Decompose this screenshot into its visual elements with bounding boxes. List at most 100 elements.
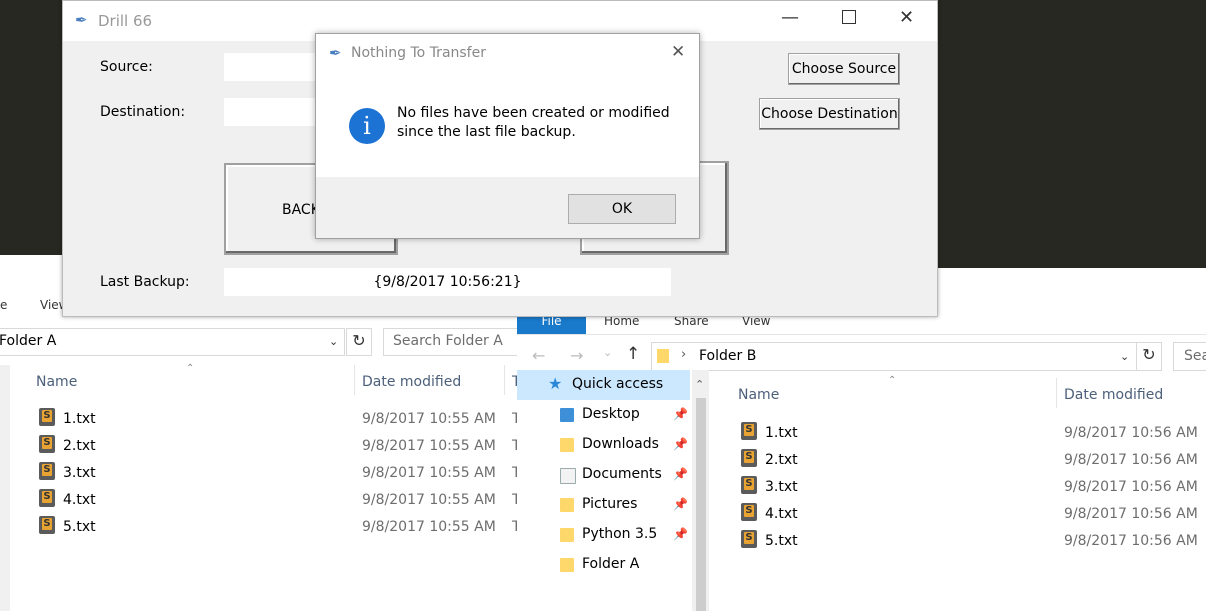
address-text: Folder B xyxy=(699,348,757,364)
table-row[interactable]: 3.txt 9/8/2017 10:55 AM T xyxy=(0,459,521,486)
search-box[interactable]: Sea xyxy=(1173,342,1206,371)
column-divider[interactable] xyxy=(1056,378,1057,408)
nav-item-desktop[interactable]: Desktop 📌 xyxy=(517,400,707,430)
file-list: 1.txt 9/8/2017 10:56 AM 2.txt 9/8/2017 1… xyxy=(717,419,1206,559)
table-row[interactable]: 4.txt 9/8/2017 10:56 AM xyxy=(717,500,1206,527)
close-icon[interactable]: ✕ xyxy=(899,7,914,28)
refresh-icon[interactable]: ↻ xyxy=(346,328,372,356)
table-row[interactable]: 1.txt 9/8/2017 10:55 AM T xyxy=(0,405,521,432)
choose-destination-button[interactable]: Choose Destination xyxy=(759,98,900,130)
sort-up-icon: ⌃ xyxy=(186,363,195,374)
source-entry[interactable] xyxy=(224,53,324,81)
sublime-file-icon xyxy=(39,462,55,480)
feather-icon: ✒ xyxy=(329,44,342,62)
navigation-pane: ★ Quick access Desktop 📌 Downloads 📌 Doc… xyxy=(517,370,707,611)
up-arrow-icon[interactable]: ↑ xyxy=(626,344,640,364)
file-date: 9/8/2017 10:56 AM xyxy=(1064,533,1198,549)
last-backup-label: Last Backup: xyxy=(100,274,190,290)
column-header-date[interactable]: Date modified xyxy=(362,374,461,390)
file-date: 9/8/2017 10:56 AM xyxy=(1064,479,1198,495)
nav-item-quick-access[interactable]: ★ Quick access xyxy=(517,370,690,400)
pictures-icon xyxy=(560,498,574,512)
choose-source-button[interactable]: Choose Source xyxy=(788,53,900,85)
sublime-file-icon xyxy=(741,449,757,467)
maximize-icon[interactable] xyxy=(842,10,856,24)
file-list: 1.txt 9/8/2017 10:55 AM T 2.txt 9/8/2017… xyxy=(0,405,521,545)
column-header-date[interactable]: Date modified xyxy=(1064,387,1163,403)
table-row[interactable]: 1.txt 9/8/2017 10:56 AM xyxy=(717,419,1206,446)
file-date: 9/8/2017 10:55 AM xyxy=(362,492,496,508)
search-placeholder: Sea xyxy=(1184,348,1206,364)
file-date: 9/8/2017 10:55 AM xyxy=(362,465,496,481)
column-header-name[interactable]: Name xyxy=(738,387,779,403)
minimize-icon[interactable]: — xyxy=(781,7,799,28)
file-name: 4.txt xyxy=(63,492,96,508)
star-icon: ★ xyxy=(548,374,563,393)
recent-locations-icon[interactable]: ⌄ xyxy=(603,346,612,359)
sublime-file-icon xyxy=(741,530,757,548)
nav-item-python[interactable]: Python 3.5 📌 xyxy=(517,520,707,550)
file-date: 9/8/2017 10:55 AM xyxy=(362,519,496,535)
column-header-name[interactable]: Name xyxy=(36,374,77,390)
chevron-down-icon[interactable]: ⌄ xyxy=(1120,350,1129,363)
folder-icon xyxy=(560,558,574,572)
nav-item-downloads[interactable]: Downloads 📌 xyxy=(517,430,707,460)
nav-label: Downloads xyxy=(582,436,659,452)
file-name: 5.txt xyxy=(765,533,798,549)
window-title: Drill 66 xyxy=(98,12,153,30)
close-icon[interactable]: ✕ xyxy=(671,42,685,62)
search-placeholder: Search Folder A xyxy=(393,333,503,349)
sort-up-icon: ⌃ xyxy=(888,375,897,386)
pin-icon[interactable]: 📌 xyxy=(673,437,688,451)
destination-entry[interactable] xyxy=(224,98,324,126)
dialog-message-line1: No files have been created or modified xyxy=(397,105,670,121)
nav-item-pictures[interactable]: Pictures 📌 xyxy=(517,490,707,520)
file-name: 4.txt xyxy=(765,506,798,522)
ribbon-tab-partial[interactable]: e xyxy=(0,298,7,312)
table-row[interactable]: 2.txt 9/8/2017 10:56 AM xyxy=(717,446,1206,473)
file-date: 9/8/2017 10:56 AM xyxy=(1064,506,1198,522)
pin-icon[interactable]: 📌 xyxy=(673,497,688,511)
file-name: 3.txt xyxy=(63,465,96,481)
sublime-file-icon xyxy=(39,489,55,507)
ok-button[interactable]: OK xyxy=(568,194,676,224)
file-date: 9/8/2017 10:56 AM xyxy=(1064,452,1198,468)
dialog-message-line2: since the last file backup. xyxy=(397,124,576,140)
nav-item-folder-a[interactable]: Folder A xyxy=(517,550,707,580)
chevron-down-icon[interactable]: ⌄ xyxy=(329,335,338,348)
downloads-icon xyxy=(560,438,574,452)
nav-label: Pictures xyxy=(582,496,638,512)
file-date: 9/8/2017 10:55 AM xyxy=(362,411,496,427)
file-name: 1.txt xyxy=(63,411,96,427)
address-bar[interactable]: › Folder B ⌄ xyxy=(651,342,1137,371)
scroll-thumb[interactable] xyxy=(696,398,706,611)
nav-label: Folder A xyxy=(582,556,640,572)
column-divider[interactable] xyxy=(504,365,505,395)
file-date: 9/8/2017 10:56 AM xyxy=(1064,425,1198,441)
desktop-icon xyxy=(560,408,574,422)
column-divider[interactable] xyxy=(354,365,355,395)
table-row[interactable]: 4.txt 9/8/2017 10:55 AM T xyxy=(0,486,521,513)
table-row[interactable]: 5.txt 9/8/2017 10:56 AM xyxy=(717,527,1206,554)
feather-icon: ✒ xyxy=(75,11,88,29)
sublime-file-icon xyxy=(741,503,757,521)
nav-label: Python 3.5 xyxy=(582,526,658,542)
pin-icon[interactable]: 📌 xyxy=(673,527,688,541)
search-box[interactable]: Search Folder A xyxy=(383,328,522,356)
address-bar[interactable]: Folder A ⌄ xyxy=(0,328,345,356)
table-row[interactable]: 5.txt 9/8/2017 10:55 AM T xyxy=(0,513,521,540)
nav-item-documents[interactable]: Documents 📌 xyxy=(517,460,707,490)
table-row[interactable]: 3.txt 9/8/2017 10:56 AM xyxy=(717,473,1206,500)
table-row[interactable]: 2.txt 9/8/2017 10:55 AM T xyxy=(0,432,521,459)
forward-arrow-icon[interactable]: → xyxy=(570,346,583,365)
breadcrumb-chevron-icon[interactable]: › xyxy=(681,347,686,362)
folder-icon xyxy=(657,349,669,363)
refresh-icon[interactable]: ↻ xyxy=(1136,342,1162,371)
back-arrow-icon[interactable]: ← xyxy=(532,346,545,365)
sublime-file-icon xyxy=(39,516,55,534)
nav-label: Quick access xyxy=(572,376,664,392)
scroll-up-icon[interactable]: ⌃ xyxy=(695,378,704,391)
nav-label: Desktop xyxy=(582,406,640,422)
pin-icon[interactable]: 📌 xyxy=(673,407,688,421)
pin-icon[interactable]: 📌 xyxy=(673,467,688,481)
